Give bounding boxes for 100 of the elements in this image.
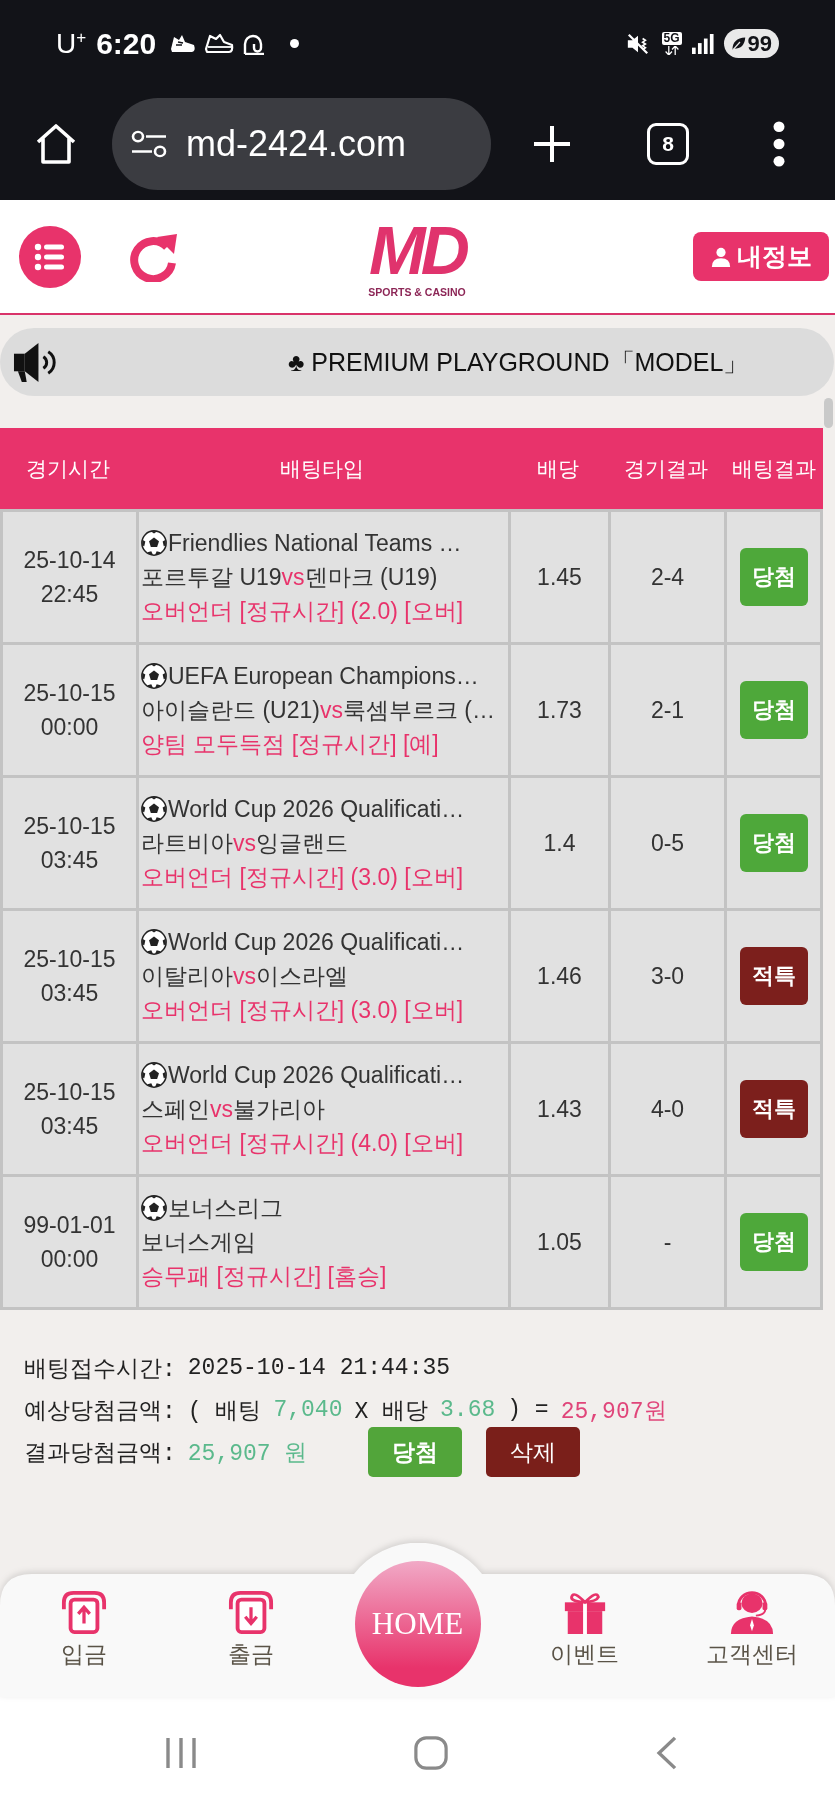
data-arrows-icon: [663, 46, 680, 55]
nav-item[interactable]: 입금: [60, 1574, 107, 1687]
menu-icon[interactable]: [19, 225, 81, 288]
recents-icon[interactable]: [164, 1736, 198, 1770]
carrier-name: U$^{+}$: [56, 27, 87, 60]
match-time: 03:45: [40, 846, 99, 875]
column-header: 경기시간: [26, 455, 110, 482]
soccer-ball-icon: [141, 796, 167, 822]
bet-market: 오버언더 [정규시간] (2.0) [오버]: [141, 597, 465, 626]
table-cell: 1.45: [511, 512, 608, 642]
team-name: 룩셈부르크 (…: [342, 697, 495, 723]
vs-label: vs: [210, 1096, 233, 1122]
result-badge: 당첨: [739, 814, 808, 872]
match-time: 03:45: [40, 1112, 99, 1141]
league-name: World Cup 2026 Qualificati…: [168, 795, 465, 824]
network-type: 5G: [661, 32, 682, 45]
person-icon: [710, 246, 731, 267]
table-cell: 3-0: [611, 911, 724, 1041]
match-date: 25-10-14: [23, 546, 116, 575]
league-name: Friendlies National Teams …: [168, 529, 462, 558]
team-name: 스페인: [141, 1096, 210, 1122]
bet-market: 오버언더 [정규시간] (4.0) [오버]: [141, 1129, 465, 1158]
match-date: 25-10-15: [23, 812, 116, 841]
result-badge: 당첨: [739, 681, 808, 739]
leaf-icon: [730, 36, 746, 51]
table-cell: 2-1: [611, 645, 724, 775]
address-bar[interactable]: md-2424.com: [112, 97, 491, 190]
table-cell: 0-5: [611, 778, 724, 908]
match-time: 00:00: [40, 1245, 99, 1274]
column-header: 경기결과: [624, 455, 708, 482]
notice-text: ♣ PREMIUM PLAYGROUND「MODEL」: [288, 346, 749, 378]
result-badge: 적특: [739, 947, 808, 1005]
plus-icon[interactable]: [533, 124, 571, 163]
muted-speaker-icon: [625, 32, 650, 55]
table-cell: 1.73: [511, 645, 608, 775]
expected-amount: 25,907원: [560, 1397, 667, 1426]
match-time: 00:00: [40, 713, 99, 742]
logo-tagline: SPORTS & CASINO: [368, 284, 466, 299]
field-label: 배팅접수시간:: [24, 1355, 176, 1384]
team-name: 보너스게임: [141, 1229, 256, 1255]
table-cell: 1.46: [511, 911, 608, 1041]
bet-time: 2025-10-14 21:44:35: [187, 1355, 451, 1381]
delete-button[interactable]: 삭제: [486, 1427, 581, 1477]
league-name: World Cup 2026 Qualificati…: [168, 1061, 465, 1090]
refresh-icon[interactable]: [128, 231, 178, 282]
formula-text: ( 배팅: [187, 1397, 262, 1426]
status-time: 6:20: [96, 26, 157, 61]
vs-label: vs: [233, 830, 256, 856]
field-label: 결과당첨금액:: [24, 1439, 176, 1468]
team-name: 잉글랜드: [256, 830, 348, 856]
team-name: 불가리아: [233, 1096, 325, 1122]
sneaker-icon: [170, 33, 197, 54]
nav-item[interactable]: 이벤트: [550, 1574, 619, 1687]
team-name: 포르투갈 U19: [141, 564, 282, 590]
logo-text[interactable]: MD: [369, 214, 465, 285]
result-badge: 적특: [739, 1080, 808, 1138]
formula-text: ) =: [507, 1397, 549, 1423]
more-options-icon[interactable]: [773, 120, 785, 167]
bet-market: 오버언더 [정규시간] (3.0) [오버]: [141, 996, 465, 1025]
column-header: 배당: [537, 455, 579, 482]
tray-down-arrow-icon: [227, 1590, 274, 1634]
home-square-icon[interactable]: [414, 1736, 448, 1770]
back-icon[interactable]: [656, 1736, 678, 1770]
signal-icon: [691, 33, 714, 54]
nav-item[interactable]: 출금: [227, 1574, 274, 1687]
soccer-ball-icon: [141, 530, 167, 556]
home-icon[interactable]: [35, 122, 77, 165]
table-cell: -: [611, 1177, 724, 1307]
result-amount: 25,907 원: [187, 1439, 308, 1468]
soccer-ball-icon: [141, 1195, 167, 1221]
odds-value: 3.68: [440, 1397, 496, 1423]
match-date: 25-10-15: [23, 679, 116, 708]
result-badge: 당첨: [739, 548, 808, 606]
site-settings-icon[interactable]: [130, 129, 168, 158]
vs-label: vs: [319, 697, 343, 723]
match-time: 22:45: [40, 580, 99, 609]
stake-amount: 7,040: [273, 1397, 343, 1423]
loop-icon: [242, 32, 267, 55]
table-cell: 4-0: [611, 1044, 724, 1174]
bet-market: 오버언더 [정규시간] (3.0) [오버]: [141, 863, 465, 892]
match-date: 25-10-15: [23, 1078, 116, 1107]
sneaker-icon: [204, 32, 235, 55]
table-cell: 1.4: [511, 778, 608, 908]
soccer-ball-icon: [141, 663, 167, 689]
bet-market: 승무패 [정규시간] [홈승]: [141, 1262, 388, 1291]
nav-item[interactable]: 고객센터: [705, 1574, 798, 1687]
soccer-ball-icon: [141, 929, 167, 955]
column-header: 배팅결과: [731, 455, 816, 482]
my-info-button[interactable]: 내정보: [693, 232, 829, 281]
league-name: 보너스리그: [168, 1194, 283, 1223]
field-label: 예상당첨금액:: [24, 1397, 176, 1426]
tab-count-button[interactable]: 8: [647, 122, 689, 165]
league-name: UEFA European Champions…: [168, 662, 479, 691]
team-name: 아이슬란드 (U21): [141, 697, 320, 723]
scrollbar-thumb[interactable]: [824, 398, 833, 428]
team-name: 라트비아: [141, 830, 233, 856]
match-date: 25-10-15: [23, 945, 116, 974]
table-cell: 1.05: [511, 1177, 608, 1307]
league-name: World Cup 2026 Qualificati…: [168, 928, 465, 957]
tray-up-arrow-icon: [60, 1590, 107, 1634]
